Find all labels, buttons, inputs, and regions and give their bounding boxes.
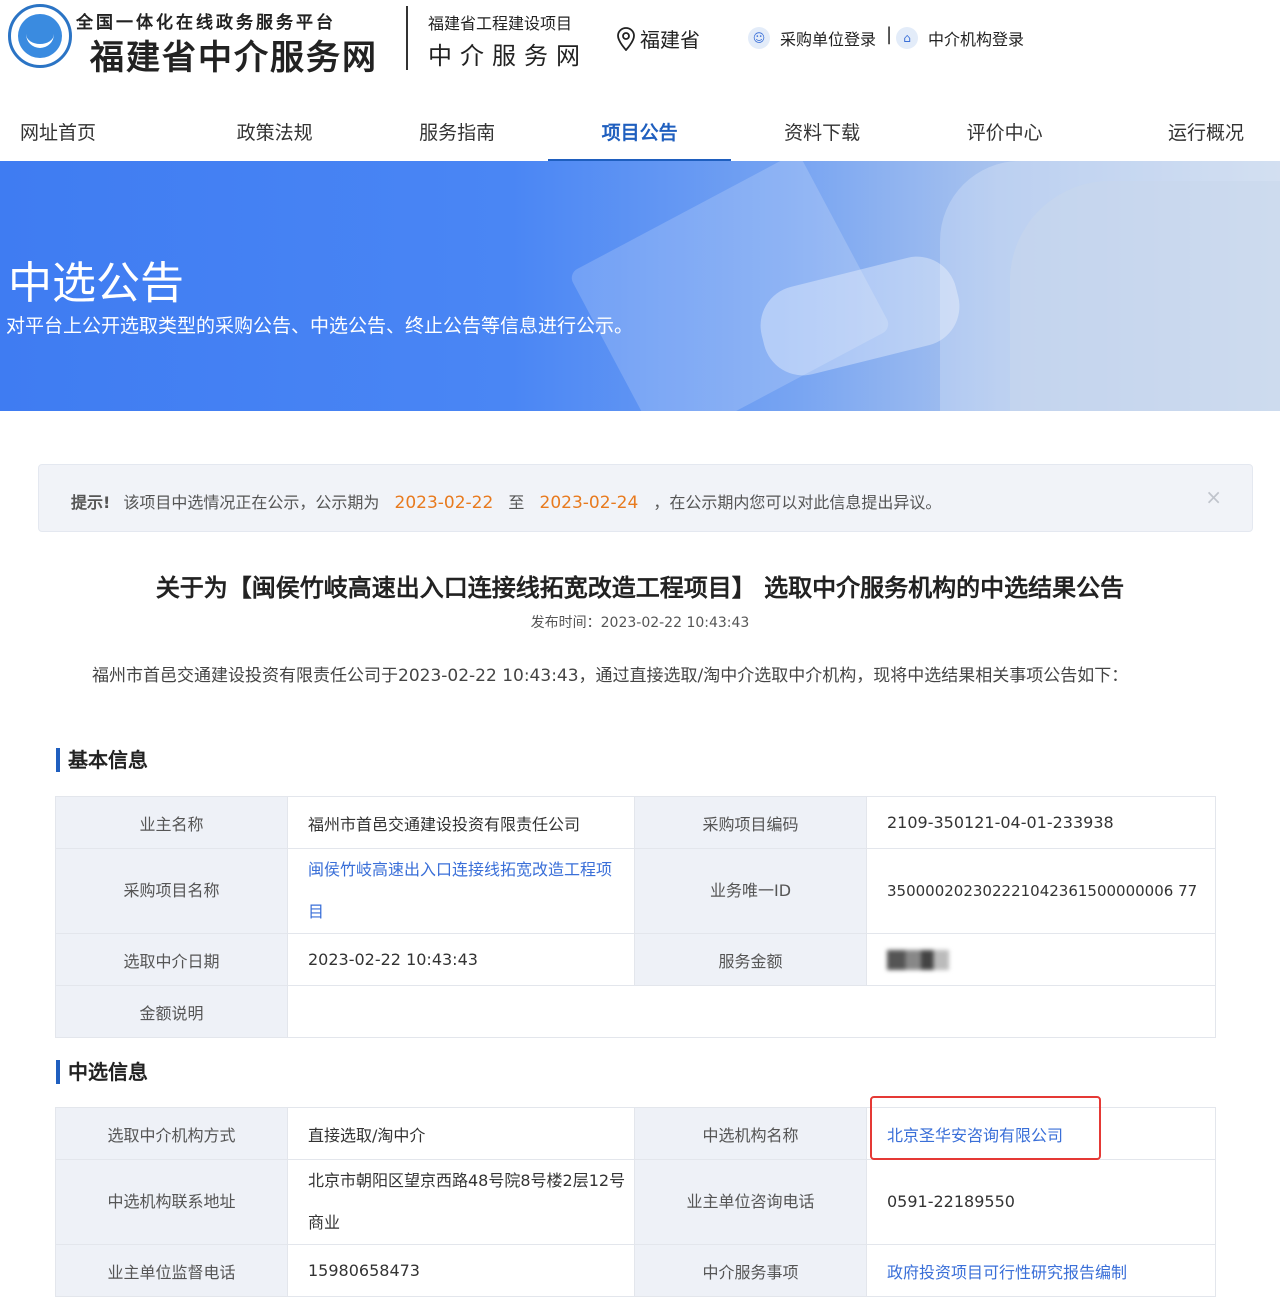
agency-name-label: 中选机构名称 [634, 1107, 867, 1160]
notice-text-before: 该项目中选情况正在公示，公示期为 [123, 493, 380, 512]
owner-name-label: 业主名称 [55, 796, 288, 849]
service-item-label: 中介服务事项 [634, 1244, 867, 1297]
banner-description: 对平台上公开选取类型的采购公告、中选公告、终止公告等信息进行公示。 [6, 315, 634, 337]
building-icon: ⌂ [896, 27, 918, 49]
basic-info-table: 业主名称 福州市首邑交通建设投资有限责任公司 采购项目编码 2109-35012… [55, 796, 1216, 1038]
login-separator: | [886, 24, 893, 45]
hero-banner: 中选公告 对平台上公开选取类型的采购公告、中选公告、终止公告等信息进行公示。 [0, 161, 1280, 411]
article-publish-time: 发布时间：2023-02-22 10:43:43 [530, 615, 750, 631]
section-title-selection: 中选信息 [56, 1060, 148, 1084]
notice-to: 至 [508, 493, 525, 512]
highlight-annotation-box [870, 1096, 1101, 1160]
nav-item-announcements[interactable]: 项目公告 [548, 108, 732, 162]
location-pin-icon [617, 26, 635, 51]
header-divider [406, 6, 408, 70]
project-name-label: 采购项目名称 [55, 848, 288, 934]
owner-phone-label: 业主单位咨询电话 [634, 1159, 867, 1245]
notice-end-date: 2023-02-24 [539, 493, 639, 513]
select-date-value: 2023-02-22 10:43:43 [287, 933, 635, 986]
select-date-label: 选取中介日期 [55, 933, 288, 986]
nav-item-guide[interactable]: 服务指南 [366, 108, 548, 160]
article-intro: 福州市首邑交通建设投资有限责任公司于2023-02-22 10:43:43，通过… [92, 666, 1129, 686]
project-name-link[interactable]: 闽侯竹岐高速出入口连接线拓宽改造工程项目 [308, 860, 612, 921]
nav-item-overview[interactable]: 运行概况 [1096, 108, 1280, 160]
notice-text-after: ，在公示期内您可以对此信息提出异议。 [653, 493, 942, 512]
method-value: 直接选取/淘中介 [287, 1107, 635, 1160]
unique-id-value: 350000202302221042361500000006 77 [866, 848, 1216, 934]
nav-item-policy[interactable]: 政策法规 [183, 108, 365, 160]
service-item-link[interactable]: 政府投资项目可行性研究报告编制 [887, 1263, 1127, 1282]
banner-decoration [1010, 181, 1280, 411]
owner-name-value: 福州市首邑交通建设投资有限责任公司 [287, 796, 635, 849]
region-selector[interactable]: 福建省 [616, 24, 700, 53]
nav-item-evaluation[interactable]: 评价中心 [913, 108, 1095, 160]
table-row: 选取中介日期 2023-02-22 10:43:43 服务金额 [55, 933, 1216, 986]
nav-item-home[interactable]: 网址首页 [0, 108, 183, 160]
notice-label: 提示! [71, 493, 111, 512]
project-code-value: 2109-350121-04-01-233938 [866, 796, 1216, 849]
section-title-basic: 基本信息 [56, 748, 148, 772]
agency-address-value: 北京市朝阳区望京西路48号院8号楼2层12号商业 [287, 1159, 635, 1245]
buyer-login-label: 采购单位登录 [780, 30, 877, 49]
table-row: 金额说明 [55, 985, 1216, 1038]
article-title: 关于为【闽侯竹岐高速出入口连接线拓宽改造工程项目】 选取中介服务机构的中选结果公… [155, 574, 1125, 602]
agency-address-label: 中选机构联系地址 [55, 1159, 288, 1245]
site-header: 全国一体化在线政务服务平台 福建省中介服务网 福建省工程建设项目 中介服务网 福… [0, 0, 1280, 100]
project-name-cell: 闽侯竹岐高速出入口连接线拓宽改造工程项目 [287, 848, 635, 934]
buyer-login-link[interactable]: ☺ 采购单位登录 [748, 26, 876, 50]
notice-alert: 提示! 该项目中选情况正在公示，公示期为 2023-02-22 至 2023-0… [38, 464, 1253, 532]
project-code-label: 采购项目编码 [634, 796, 867, 849]
notice-start-date: 2023-02-22 [394, 493, 494, 513]
owner-phone-value: 0591-22189550 [866, 1159, 1216, 1245]
project-title: 中介服务网 [428, 42, 588, 70]
unique-id-label: 业务唯一ID [634, 848, 867, 934]
notice-text: 提示! 该项目中选情况正在公示，公示期为 2023-02-22 至 2023-0… [71, 489, 941, 513]
logo-title[interactable]: 福建省中介服务网 [90, 30, 378, 79]
user-icon: ☺ [748, 27, 770, 49]
table-row: 业主单位监督电话 15980658473 中介服务事项 政府投资项目可行性研究报… [55, 1244, 1216, 1297]
banner-title: 中选公告 [8, 258, 184, 309]
amount-note-value [287, 985, 1216, 1038]
supervise-phone-label: 业主单位监督电话 [55, 1244, 288, 1297]
agency-login-label: 中介机构登录 [928, 30, 1025, 49]
amount-label: 服务金额 [634, 933, 867, 986]
nav-item-downloads[interactable]: 资料下载 [731, 108, 913, 160]
service-item-cell: 政府投资项目可行性研究报告编制 [866, 1244, 1216, 1297]
project-subtitle: 福建省工程建设项目 [428, 14, 573, 33]
site-logo-icon[interactable] [8, 4, 72, 68]
amount-value [866, 933, 1216, 986]
close-icon[interactable]: × [1205, 485, 1222, 509]
method-label: 选取中介机构方式 [55, 1107, 288, 1160]
amount-note-label: 金额说明 [55, 985, 288, 1038]
region-label: 福建省 [640, 28, 700, 52]
table-row: 中选机构联系地址 北京市朝阳区望京西路48号院8号楼2层12号商业 业主单位咨询… [55, 1159, 1216, 1245]
redacted-amount [887, 949, 949, 970]
main-nav: 网址首页 政策法规 服务指南 项目公告 资料下载 评价中心 运行概况 [0, 108, 1280, 162]
table-row: 采购项目名称 闽侯竹岐高速出入口连接线拓宽改造工程项目 业务唯一ID 35000… [55, 848, 1216, 934]
table-row: 业主名称 福州市首邑交通建设投资有限责任公司 采购项目编码 2109-35012… [55, 796, 1216, 849]
agency-login-link[interactable]: ⌂ 中介机构登录 [896, 26, 1024, 50]
supervise-phone-value: 15980658473 [287, 1244, 635, 1297]
